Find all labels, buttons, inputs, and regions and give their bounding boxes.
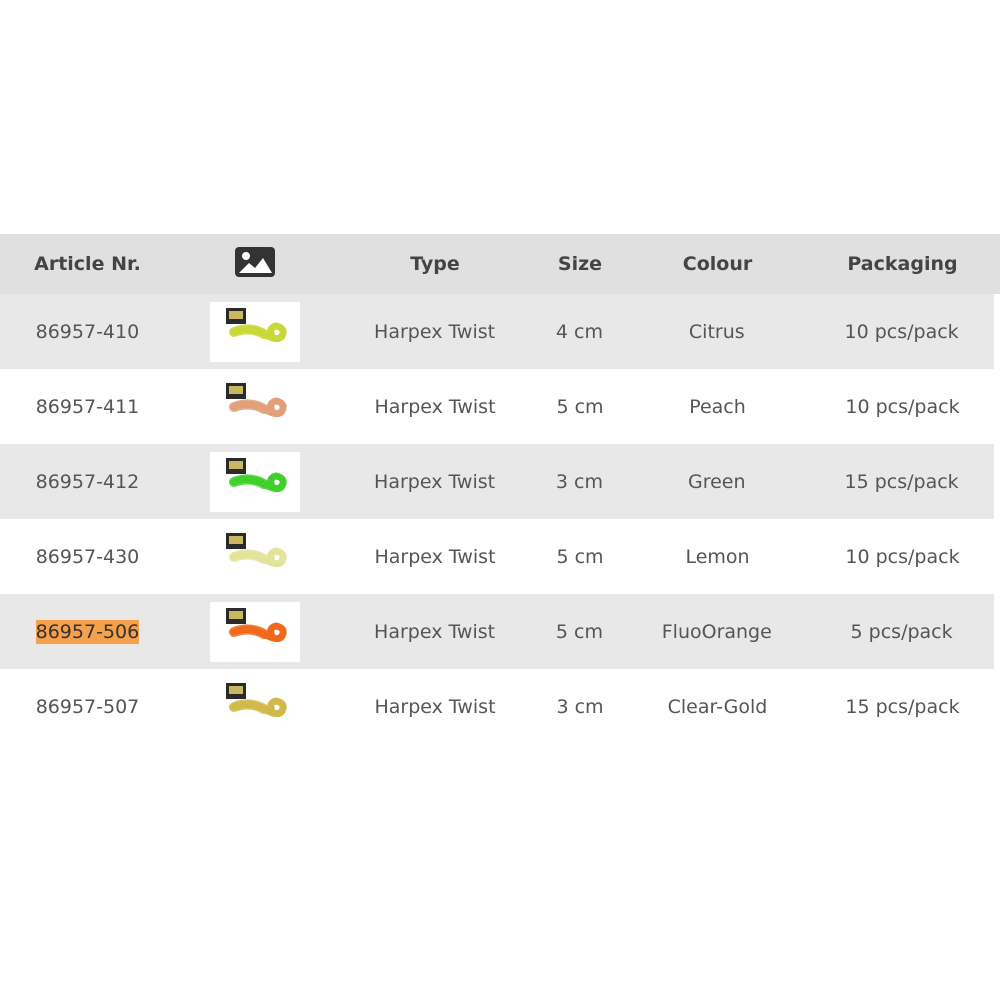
- lure-image: [209, 301, 300, 362]
- product-colour: Clear-Gold: [667, 695, 768, 718]
- product-colour: Lemon: [685, 545, 750, 568]
- header-type[interactable]: Type: [335, 253, 535, 275]
- table-row[interactable]: 86957-507 Harpex Twist 3 cm Clear-Gold 1…: [0, 669, 1000, 744]
- product-packaging: 15 pcs/pack: [845, 695, 960, 718]
- lure-image: [209, 451, 300, 512]
- product-size: 3 cm: [556, 695, 604, 718]
- header-image: [175, 246, 335, 282]
- product-colour: Green: [688, 470, 746, 493]
- lure-image: [209, 601, 300, 662]
- article-number: 86957-430: [35, 545, 140, 568]
- product-thumbnail[interactable]: [175, 301, 335, 362]
- image-icon: [235, 246, 275, 282]
- product-thumbnail[interactable]: [175, 527, 335, 587]
- header-colour[interactable]: Colour: [625, 253, 810, 275]
- product-colour: FluoOrange: [661, 620, 772, 643]
- article-number: 86957-507: [35, 695, 140, 718]
- product-size: 3 cm: [555, 470, 603, 493]
- product-type: Harpex Twist: [374, 395, 496, 418]
- table-header: Article Nr. Type Size Colour Packaging: [0, 234, 1000, 294]
- lure-image: [210, 677, 300, 737]
- product-size: 5 cm: [556, 545, 604, 568]
- product-packaging: 15 pcs/pack: [844, 470, 959, 493]
- product-packaging: 10 pcs/pack: [844, 320, 959, 343]
- product-thumbnail[interactable]: [175, 377, 335, 437]
- article-number: 86957-411: [35, 395, 140, 418]
- product-thumbnail[interactable]: [175, 677, 335, 737]
- product-thumbnail[interactable]: [175, 451, 335, 512]
- product-type: Harpex Twist: [374, 695, 496, 718]
- product-size: 5 cm: [555, 620, 603, 643]
- highlighted-article: 86957-506: [35, 619, 140, 644]
- product-colour: Peach: [689, 395, 746, 418]
- table-row[interactable]: 86957-412 Harpex Twist 3 cm Green 15 pcs…: [0, 444, 1000, 519]
- product-type: Harpex Twist: [374, 545, 496, 568]
- article-number: 86957-410: [35, 320, 140, 343]
- header-packaging[interactable]: Packaging: [810, 253, 995, 275]
- product-packaging: 5 pcs/pack: [850, 620, 953, 643]
- table-row[interactable]: 86957-411 Harpex Twist 5 cm Peach 10 pcs…: [0, 369, 1000, 444]
- header-size[interactable]: Size: [535, 253, 625, 275]
- header-article[interactable]: Article Nr.: [0, 253, 175, 275]
- product-table: Article Nr. Type Size Colour Packaging 8…: [0, 234, 1000, 744]
- product-packaging: 10 pcs/pack: [845, 395, 960, 418]
- product-size: 4 cm: [555, 320, 603, 343]
- product-type: Harpex Twist: [374, 470, 496, 493]
- lure-image: [210, 527, 300, 587]
- article-number: 86957-412: [35, 470, 140, 493]
- product-type: Harpex Twist: [374, 320, 496, 343]
- table-row[interactable]: 86957-506 Harpex Twist 5 cm FluoOrange 5…: [0, 594, 1000, 669]
- table-row[interactable]: 86957-430 Harpex Twist 5 cm Lemon 10 pcs…: [0, 519, 1000, 594]
- table-row[interactable]: 86957-410 Harpex Twist 4 cm Citrus 10 pc…: [0, 294, 1000, 369]
- table-body: 86957-410 Harpex Twist 4 cm Citrus 10 pc…: [0, 294, 1000, 744]
- product-packaging: 10 pcs/pack: [845, 545, 960, 568]
- product-type: Harpex Twist: [374, 620, 496, 643]
- article-number: 86957-506: [0, 619, 175, 644]
- lure-image: [210, 377, 300, 437]
- product-colour: Citrus: [688, 320, 745, 343]
- product-thumbnail[interactable]: [175, 601, 335, 662]
- product-size: 5 cm: [556, 395, 604, 418]
